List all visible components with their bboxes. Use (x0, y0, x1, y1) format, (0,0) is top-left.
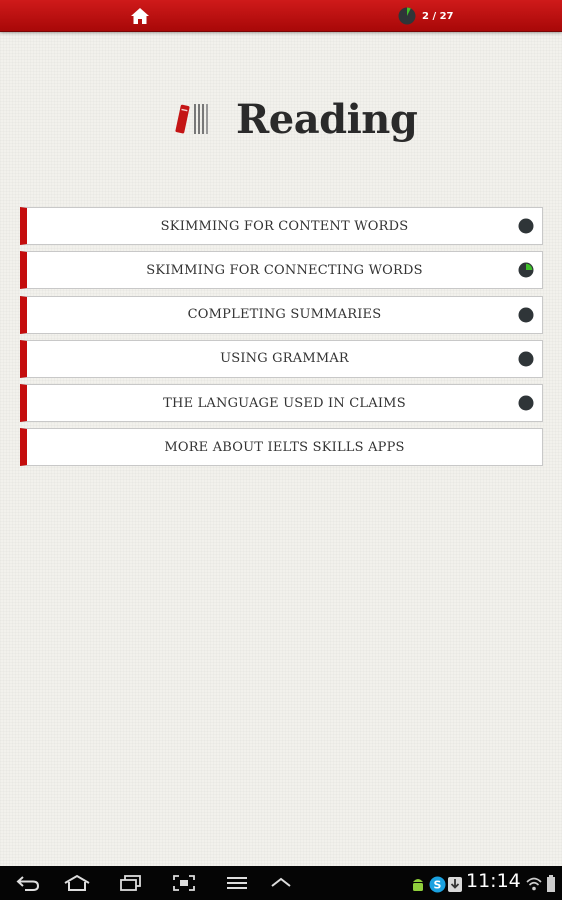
menu-item-label: SKIMMING FOR CONTENT WORDS (160, 218, 409, 234)
page-title: Reading (236, 95, 418, 143)
tray-android[interactable] (409, 874, 427, 894)
svg-text:S: S (433, 878, 441, 891)
progress-count: 2 / 27 (422, 10, 454, 22)
tray-battery[interactable] (545, 874, 557, 894)
menu-item-label: COMPLETING SUMMARIES (187, 307, 382, 323)
download-icon (448, 876, 462, 892)
home-icon (64, 874, 90, 891)
menu-item-language-in-claims[interactable]: THE LANGUAGE USED IN CLAIMS (20, 384, 543, 423)
lesson-menu: SKIMMING FOR CONTENT WORDS SKIMMING FOR … (20, 207, 543, 473)
back-icon (16, 876, 40, 891)
menu-item-skimming-content-words[interactable]: SKIMMING FOR CONTENT WORDS (20, 207, 543, 245)
progress-pie-icon (398, 7, 416, 25)
system-nav-bar: S 11:14 (0, 866, 562, 900)
recent-apps-button[interactable] (116, 873, 146, 893)
progress-pie-icon (518, 307, 534, 323)
skype-icon: S (429, 876, 445, 892)
progress-pie-icon (518, 262, 534, 278)
android-icon (413, 879, 423, 891)
menu-item-using-grammar[interactable]: USING GRAMMAR (20, 339, 543, 378)
home-icon (131, 8, 149, 24)
clock: 11:14 (466, 870, 521, 892)
page-header: Reading (174, 94, 418, 144)
wifi-icon (526, 877, 542, 891)
progress-pie-icon (518, 351, 534, 367)
menu-item-label: USING GRAMMAR (220, 351, 349, 367)
tray-skype[interactable]: S (428, 874, 446, 894)
screenshot-icon (173, 875, 195, 891)
up-button[interactable] (266, 873, 296, 893)
menu-item-label: SKIMMING FOR CONNECTING WORDS (146, 262, 423, 278)
menu-item-label: MORE ABOUT IELTS SKILLS APPS (164, 439, 405, 455)
nav-home-button[interactable] (62, 873, 92, 893)
top-bar: 2 / 27 (0, 0, 562, 32)
progress-pie-icon (518, 218, 534, 234)
tray-wifi[interactable] (526, 874, 542, 894)
screenshot-button[interactable] (169, 873, 199, 893)
up-chevron-icon (271, 877, 291, 887)
menu-icon (227, 877, 247, 889)
overall-progress: 2 / 27 (398, 6, 454, 26)
menu-item-label: THE LANGUAGE USED IN CLAIMS (163, 395, 406, 411)
menu-button[interactable] (222, 873, 252, 893)
menu-item-completing-summaries[interactable]: COMPLETING SUMMARIES (20, 295, 543, 334)
back-button[interactable] (13, 873, 43, 893)
menu-item-skimming-connecting-words[interactable]: SKIMMING FOR CONNECTING WORDS (20, 251, 543, 290)
progress-pie-icon (518, 395, 534, 411)
battery-icon (547, 875, 555, 892)
book-icon (175, 104, 208, 134)
home-button[interactable] (128, 4, 152, 28)
tray-download[interactable] (446, 874, 464, 894)
recent-apps-icon (120, 875, 141, 891)
menu-item-more-apps[interactable]: MORE ABOUT IELTS SKILLS APPS (20, 428, 543, 467)
